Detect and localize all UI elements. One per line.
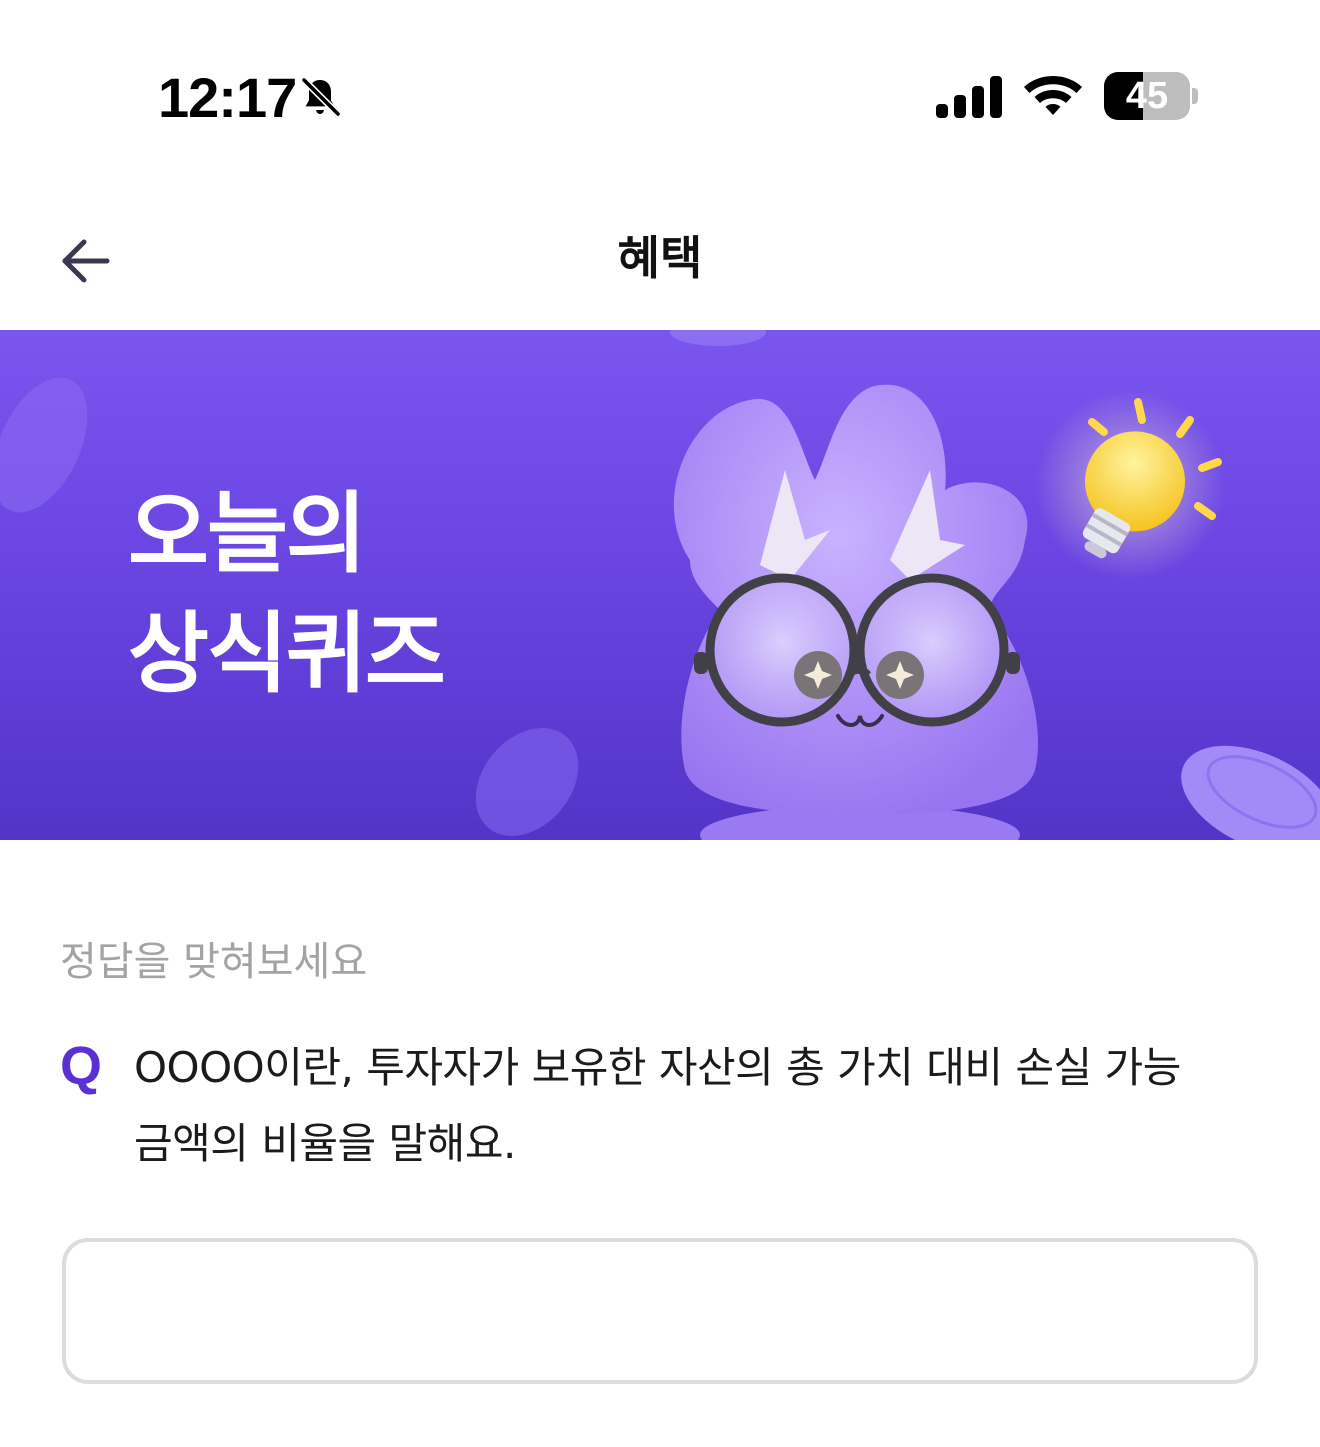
glasses-right bbox=[855, 573, 1009, 727]
bell-slash-icon bbox=[300, 76, 342, 118]
wifi-icon bbox=[1024, 76, 1082, 115]
signal-icon bbox=[936, 76, 1002, 118]
glasses-left bbox=[705, 573, 859, 727]
nav-header: 혜택 bbox=[0, 190, 1320, 330]
battery-level: 45 bbox=[1125, 75, 1169, 117]
page-title: 혜택 bbox=[617, 231, 703, 285]
battery-cap bbox=[1192, 88, 1198, 104]
coin-decoration bbox=[475, 728, 579, 836]
status-time: 12:17 bbox=[158, 66, 297, 129]
banner-title-line2: 상식퀴즈 bbox=[128, 602, 446, 705]
status-bar: 12:17 45 bbox=[0, 0, 1320, 190]
battery-icon: 45 bbox=[1104, 72, 1190, 120]
question-label: Q bbox=[60, 1036, 103, 1096]
quiz-prompt: 정답을 맞혀보세요 bbox=[60, 939, 368, 985]
banner-title-line1: 오늘의 bbox=[128, 482, 367, 585]
question-line: OOOO이란, 투자자가 보유한 자산의 총 가치 대비 손실 가능 bbox=[134, 1043, 1181, 1092]
question-text: OOOO이란, 투자자가 보유한 자산의 총 가치 대비 손실 가능 금액의 비… bbox=[134, 1030, 1274, 1182]
quiz-question: Q OOOO이란, 투자자가 보유한 자산의 총 가치 대비 손실 가능 금액의… bbox=[60, 1030, 1280, 1180]
coin-decoration bbox=[0, 377, 88, 513]
answer-input[interactable] bbox=[62, 1238, 1258, 1384]
question-line: 금액의 비율을 말해요. bbox=[134, 1119, 516, 1168]
banner-title: 오늘의 상식퀴즈 bbox=[128, 474, 446, 714]
coin-decoration bbox=[670, 330, 766, 346]
quiz-banner[interactable]: 오늘의 상식퀴즈 bbox=[0, 330, 1320, 840]
